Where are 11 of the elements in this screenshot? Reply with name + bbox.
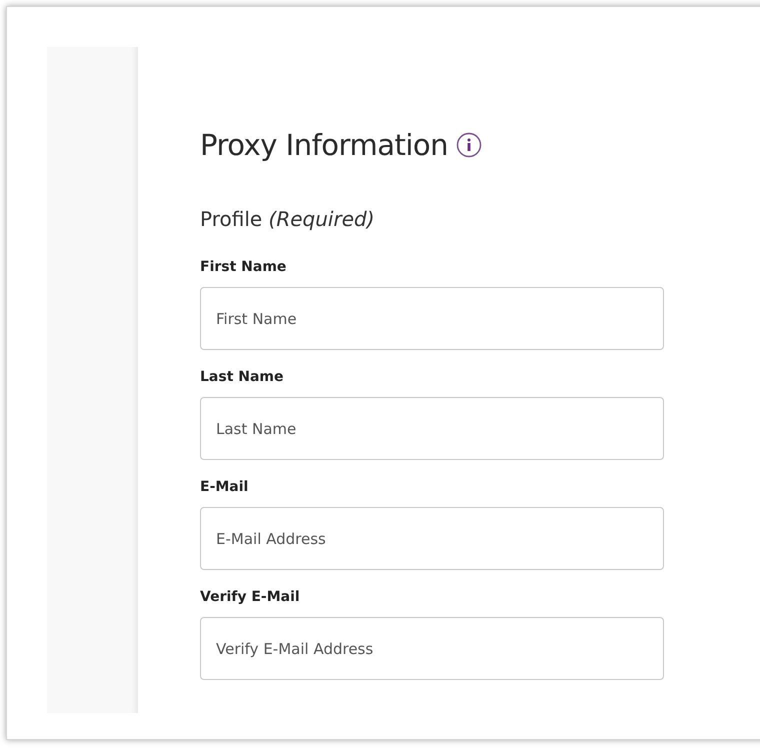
section-title: Profile (Required): [200, 207, 376, 231]
page-title: Proxy Information: [200, 127, 448, 164]
field-label: Last Name: [200, 368, 285, 387]
field-label: First Name: [200, 258, 288, 277]
info-icon[interactable]: [456, 132, 482, 158]
input-field[interactable]: Last Name: [200, 397, 664, 460]
field-label: Verify E-Mail: [200, 588, 301, 607]
field-label: E-Mail: [200, 478, 250, 497]
input-field[interactable]: Verify E-Mail Address: [200, 617, 664, 680]
input-field[interactable]: E-Mail Address: [200, 507, 664, 570]
input-field[interactable]: First Name: [200, 287, 664, 350]
